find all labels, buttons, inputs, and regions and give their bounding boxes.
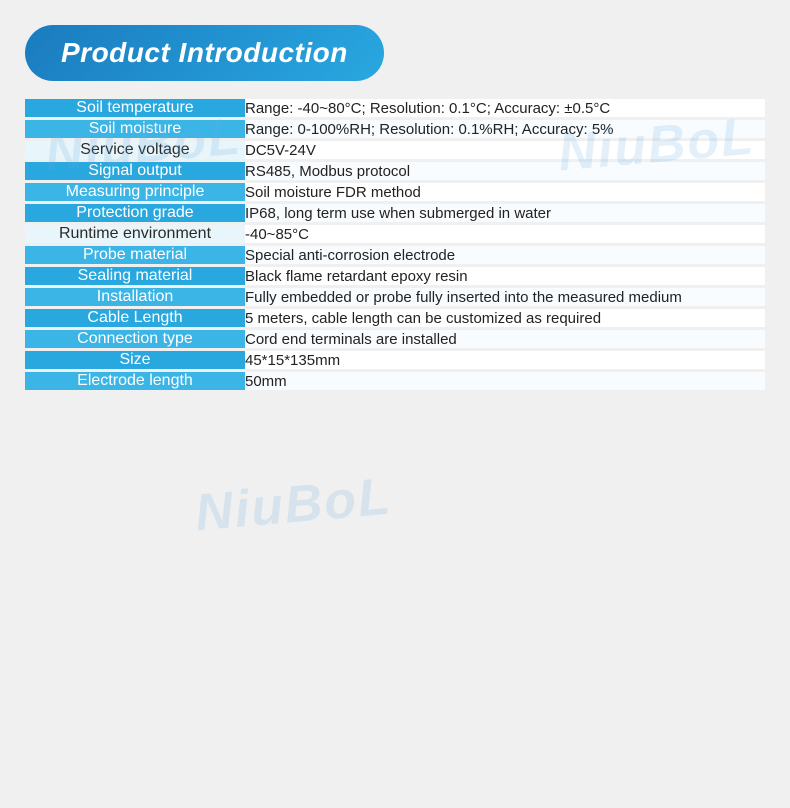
label-cell: Protection grade <box>25 203 245 224</box>
table-row: InstallationFully embedded or probe full… <box>25 287 765 308</box>
label-cell: Service voltage <box>25 140 245 161</box>
value-cell: Cord end terminals are installed <box>245 329 765 350</box>
table-row: Sealing materialBlack flame retardant ep… <box>25 266 765 287</box>
value-cell: RS485, Modbus protocol <box>245 161 765 182</box>
label-cell: Connection type <box>25 329 245 350</box>
table-row: Runtime environment-40~85°C <box>25 224 765 245</box>
title-banner: Product Introduction <box>25 25 384 81</box>
table-row: Protection gradeIP68, long term use when… <box>25 203 765 224</box>
value-cell: 5 meters, cable length can be customized… <box>245 308 765 329</box>
label-cell: Soil moisture <box>25 119 245 140</box>
label-cell: Runtime environment <box>25 224 245 245</box>
label-cell: Probe material <box>25 245 245 266</box>
value-cell: IP68, long term use when submerged in wa… <box>245 203 765 224</box>
label-cell: Soil temperature <box>25 99 245 119</box>
value-cell: Range: -40~80°C; Resolution: 0.1°C; Accu… <box>245 99 765 119</box>
specs-table: Soil temperatureRange: -40~80°C; Resolut… <box>25 99 765 393</box>
value-cell: 50mm <box>245 371 765 392</box>
label-cell: Measuring principle <box>25 182 245 203</box>
page-wrapper: NiuBoL NiuBoL NiuBoL Product Introductio… <box>15 15 775 403</box>
table-row: Electrode length50mm <box>25 371 765 392</box>
watermark-3: NiuBoL <box>193 467 394 544</box>
value-cell: Special anti-corrosion electrode <box>245 245 765 266</box>
value-cell: Range: 0-100%RH; Resolution: 0.1%RH; Acc… <box>245 119 765 140</box>
label-cell: Installation <box>25 287 245 308</box>
table-row: Signal outputRS485, Modbus protocol <box>25 161 765 182</box>
label-cell: Sealing material <box>25 266 245 287</box>
value-cell: -40~85°C <box>245 224 765 245</box>
value-cell: DC5V-24V <box>245 140 765 161</box>
label-cell: Signal output <box>25 161 245 182</box>
label-cell: Electrode length <box>25 371 245 392</box>
value-cell: Black flame retardant epoxy resin <box>245 266 765 287</box>
table-row: Size45*15*135mm <box>25 350 765 371</box>
table-row: Probe materialSpecial anti-corrosion ele… <box>25 245 765 266</box>
value-cell: Fully embedded or probe fully inserted i… <box>245 287 765 308</box>
table-row: Service voltageDC5V-24V <box>25 140 765 161</box>
label-cell: Size <box>25 350 245 371</box>
table-row: Cable Length5 meters, cable length can b… <box>25 308 765 329</box>
page-title: Product Introduction <box>61 37 348 69</box>
table-row: Measuring principleSoil moisture FDR met… <box>25 182 765 203</box>
table-row: Soil temperatureRange: -40~80°C; Resolut… <box>25 99 765 119</box>
value-cell: Soil moisture FDR method <box>245 182 765 203</box>
value-cell: 45*15*135mm <box>245 350 765 371</box>
table-row: Connection typeCord end terminals are in… <box>25 329 765 350</box>
table-row: Soil moistureRange: 0-100%RH; Resolution… <box>25 119 765 140</box>
label-cell: Cable Length <box>25 308 245 329</box>
